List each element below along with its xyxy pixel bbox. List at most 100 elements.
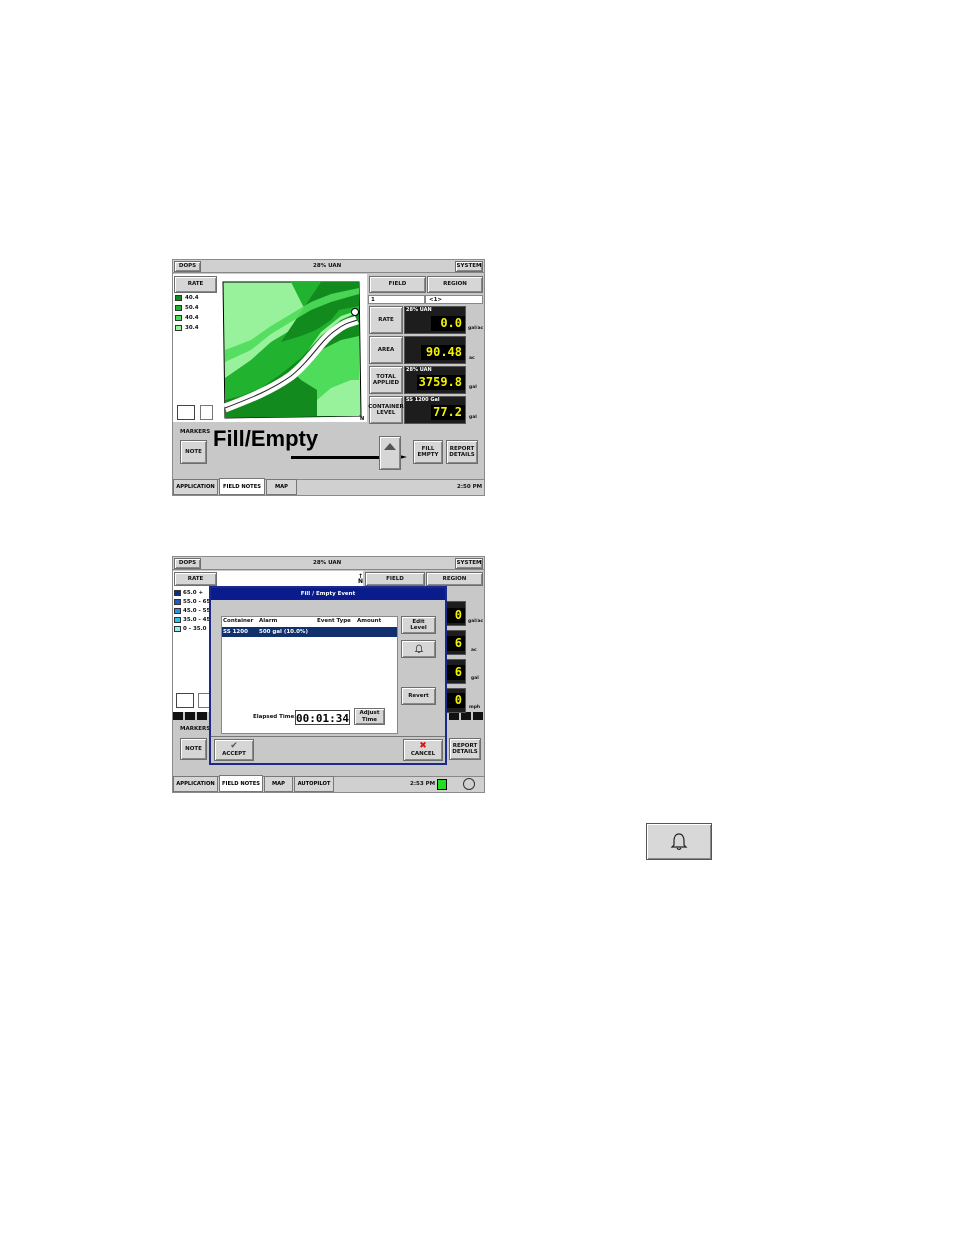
report-details-button[interactable]: REPORT DETAILS	[446, 440, 478, 464]
col-container: Container	[223, 618, 254, 624]
speed-value-partial: 0	[446, 693, 465, 708]
triangle-up-icon	[384, 442, 396, 450]
col-alarm: Alarm	[259, 618, 278, 624]
legend-swatch	[174, 626, 181, 632]
container-level-value: 77.2	[431, 405, 465, 420]
total-applied-unit: gal	[469, 385, 477, 390]
alarm-bell-button-large[interactable]	[646, 823, 712, 860]
legend-swatch	[174, 590, 181, 596]
row-container: SS 1200	[223, 629, 248, 635]
legend-swatch	[175, 325, 182, 331]
callout-arrow-shaft	[291, 456, 391, 459]
cancel-button[interactable]: ✖ CANCEL	[403, 739, 443, 761]
elapsed-time-label: Elapsed Time:	[253, 714, 297, 720]
col-event-type: Event Type	[317, 618, 351, 624]
markers-label: MARKERS	[180, 429, 211, 435]
total-value-partial: 6	[446, 665, 465, 680]
markers-label: MARKERS	[180, 726, 211, 732]
rate-unit: gal/ac	[468, 326, 484, 331]
area-value-partial: 6	[446, 636, 465, 651]
legend-swatch	[175, 315, 182, 321]
bell-icon	[414, 644, 423, 654]
field-value: 1	[368, 295, 425, 304]
area-unit: ac	[471, 648, 477, 653]
row-alarm: 500 gal (10.0%)	[259, 629, 308, 635]
region-button[interactable]: REGION	[426, 572, 483, 586]
speed-unit: mph	[469, 705, 481, 710]
cancel-label: CANCEL	[410, 751, 436, 758]
zoom-extents-icon[interactable]	[176, 693, 194, 708]
area-row-button[interactable]: AREA	[369, 336, 403, 364]
tab-field-notes[interactable]: FIELD NOTES	[219, 775, 263, 792]
rate-button[interactable]: RATE	[174, 276, 217, 293]
accept-button[interactable]: ✔ ACCEPT	[214, 739, 254, 761]
screen-fill-empty-dialog: DOPS 28% UAN SYSTEM RATE ↑ N FIELD REGION…	[172, 556, 485, 793]
elapsed-time-value: 00:01:34	[295, 710, 350, 725]
tab-map[interactable]: MAP	[266, 479, 297, 495]
region-value: <1>	[425, 295, 483, 304]
rate-unit: gal/ac	[468, 619, 484, 624]
system-button[interactable]: SYSTEM	[455, 558, 483, 569]
dialog-divider	[211, 736, 445, 737]
dops-button[interactable]: DOPS	[174, 261, 201, 272]
area-value: 90.48	[421, 345, 465, 360]
container-name-label: SS 1200 Gal	[406, 397, 440, 403]
rate-value: 0.0	[431, 316, 465, 331]
pan-icon[interactable]	[200, 405, 213, 420]
note-button[interactable]: NOTE	[180, 738, 207, 760]
scroll-up-button[interactable]	[379, 436, 401, 470]
bell-icon	[670, 832, 688, 850]
zoom-extents-icon[interactable]	[177, 405, 195, 420]
container-level-unit: gal	[469, 415, 477, 420]
tab-map[interactable]: MAP	[264, 776, 293, 792]
legend-swatch	[175, 295, 182, 301]
col-amount: Amount	[357, 618, 382, 624]
close-icon: ✖	[419, 741, 427, 752]
note-button[interactable]: NOTE	[180, 440, 207, 464]
container-level-button[interactable]: CONTAINER LEVEL	[368, 396, 404, 424]
total-unit: gal	[471, 676, 479, 681]
rate-product-label: 28% UAN	[406, 307, 432, 313]
rate-value-partial: 0	[446, 608, 465, 623]
north-arrow-icon: ↑ N	[358, 573, 364, 585]
fill-empty-callout: Fill/Empty	[213, 426, 319, 451]
fill-empty-button[interactable]: FILL EMPTY	[413, 440, 443, 464]
area-unit: ac	[469, 356, 475, 361]
clock: 2:50 PM	[457, 484, 483, 490]
total-applied-button[interactable]: TOTAL APPLIED	[369, 366, 403, 394]
product-title: 28% UAN	[313, 263, 342, 269]
tab-autopilot[interactable]: AUTOPILOT	[294, 776, 334, 792]
tab-application[interactable]: APPLICATION	[173, 479, 218, 495]
product-title: 28% UAN	[313, 560, 342, 566]
steering-wheel-icon[interactable]	[463, 778, 475, 790]
region-button[interactable]: REGION	[427, 276, 483, 293]
revert-button[interactable]: Revert	[401, 687, 436, 705]
edit-level-button[interactable]: Edit Level	[401, 616, 436, 634]
field-button[interactable]: FIELD	[369, 276, 426, 293]
legend-swatch	[174, 617, 181, 623]
rate-button[interactable]: RATE	[174, 572, 217, 586]
field-coverage-map[interactable]: N	[221, 280, 367, 420]
field-button[interactable]: FIELD	[365, 572, 425, 586]
fill-empty-dialog: Fill / Empty Event Container Alarm Event…	[209, 586, 447, 765]
system-button[interactable]: SYSTEM	[455, 261, 483, 272]
gps-status-icon	[437, 779, 447, 790]
legend-swatch	[175, 305, 182, 311]
screen-field-notes-map: DOPS 28% UAN SYSTEM RATE 40.4 50.4 40.4 …	[172, 259, 485, 496]
dops-button[interactable]: DOPS	[174, 558, 201, 569]
legend-swatch	[174, 608, 181, 614]
rate-row-button[interactable]: RATE	[369, 306, 403, 334]
alarm-bell-button[interactable]	[401, 640, 436, 658]
tab-application[interactable]: APPLICATION	[173, 776, 218, 792]
adjust-time-button[interactable]: Adjust Time	[354, 708, 385, 725]
svg-text:N: N	[360, 416, 364, 420]
total-applied-value: 3759.8	[417, 375, 465, 390]
tab-field-notes[interactable]: FIELD NOTES	[219, 478, 265, 495]
table-row-selected[interactable]	[222, 627, 397, 637]
checkmark-icon: ✔	[230, 741, 238, 752]
legend-swatch	[174, 599, 181, 605]
dialog-title: Fill / Empty Event	[300, 591, 356, 597]
report-details-button[interactable]: REPORT DETAILS	[449, 738, 481, 760]
total-applied-product-label: 28% UAN	[406, 367, 432, 373]
accept-label: ACCEPT	[222, 751, 246, 758]
